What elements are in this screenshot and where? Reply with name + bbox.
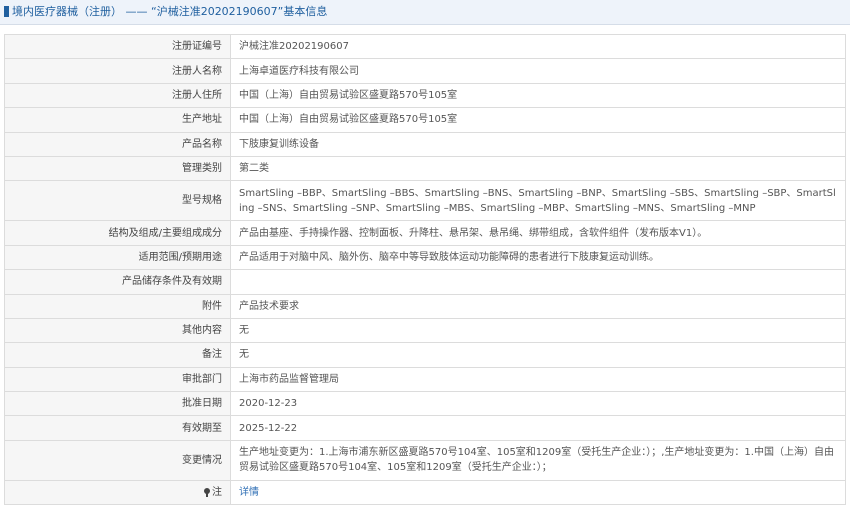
row-label: 产品储存条件及有效期 bbox=[4, 269, 231, 295]
note-value-cell: 详情 bbox=[230, 479, 846, 506]
row-value: 第二类 bbox=[230, 155, 846, 182]
row-label: 产品名称 bbox=[4, 131, 231, 157]
table-row: 注册证编号 沪械注准20202190607 bbox=[4, 33, 846, 60]
row-value bbox=[230, 269, 846, 295]
row-value: 上海卓道医疗科技有限公司 bbox=[230, 58, 846, 84]
row-value: 无 bbox=[230, 342, 846, 368]
row-label: 型号规格 bbox=[4, 180, 231, 222]
table-row: 注册人名称 上海卓道医疗科技有限公司 bbox=[4, 58, 846, 84]
row-label: 注册人住所 bbox=[4, 82, 231, 109]
row-value: 中国（上海）自由贸易试验区盛夏路570号105室 bbox=[230, 107, 846, 133]
row-label: 备注 bbox=[4, 342, 231, 368]
row-label: 有效期至 bbox=[4, 415, 231, 441]
note-label: 注 bbox=[212, 487, 222, 499]
row-label: 生产地址 bbox=[4, 107, 231, 133]
row-value: 产品由基座、手持操作器、控制面板、升降柱、悬吊架、悬吊绳、绑带组成，含软件组件（… bbox=[230, 220, 846, 246]
table-row: 注册人住所 中国（上海）自由贸易试验区盛夏路570号105室 bbox=[4, 82, 846, 109]
row-value: 下肢康复训练设备 bbox=[230, 131, 846, 157]
detail-table-container: 注册证编号 沪械注准20202190607 注册人名称 上海卓道医疗科技有限公司… bbox=[4, 33, 846, 506]
table-row: 产品名称 下肢康复训练设备 bbox=[4, 131, 846, 157]
row-value: 产品适用于对脑中风、脑外伤、脑卒中等导致肢体运动功能障碍的患者进行下肢康复运动训… bbox=[230, 244, 846, 271]
table-row: 型号规格 SmartSling –BBP、SmartSling –BBS、Sma… bbox=[4, 180, 846, 222]
row-value: 2025-12-22 bbox=[230, 415, 846, 441]
row-label: 审批部门 bbox=[4, 366, 231, 393]
row-value: 中国（上海）自由贸易试验区盛夏路570号105室 bbox=[230, 82, 846, 109]
page-title: 境内医疗器械（注册） —— “沪械注准20202190607”基本信息 bbox=[12, 5, 328, 18]
row-value: 无 bbox=[230, 317, 846, 344]
table-row: 变更情况 生产地址变更为：1.上海市浦东新区盛夏路570号104室、105室和1… bbox=[4, 439, 846, 481]
row-value: 沪械注准20202190607 bbox=[230, 33, 846, 60]
row-value: 2020-12-23 bbox=[230, 391, 846, 417]
table-row: 产品储存条件及有效期 bbox=[4, 269, 846, 295]
row-label: 批准日期 bbox=[4, 391, 231, 417]
table-row: 附件 产品技术要求 bbox=[4, 293, 846, 319]
table-row: 审批部门 上海市药品监督管理局 bbox=[4, 366, 846, 393]
table-row: 适用范围/预期用途 产品适用于对脑中风、脑外伤、脑卒中等导致肢体运动功能障碍的患… bbox=[4, 244, 846, 271]
row-label: 结构及组成/主要组成成分 bbox=[4, 220, 231, 246]
row-value: 生产地址变更为：1.上海市浦东新区盛夏路570号104室、105室和1209室（… bbox=[230, 439, 846, 481]
row-value: 上海市药品监督管理局 bbox=[230, 366, 846, 393]
table-row: 批准日期 2020-12-23 bbox=[4, 391, 846, 417]
row-label: 管理类别 bbox=[4, 155, 231, 182]
note-label-cell: 注 bbox=[4, 479, 231, 506]
table-row: 生产地址 中国（上海）自由贸易试验区盛夏路570号105室 bbox=[4, 107, 846, 133]
row-label: 注册证编号 bbox=[4, 33, 231, 60]
row-label: 附件 bbox=[4, 293, 231, 319]
row-value: SmartSling –BBP、SmartSling –BBS、SmartSli… bbox=[230, 180, 846, 222]
row-label: 适用范围/预期用途 bbox=[4, 244, 231, 271]
header-marker-icon bbox=[4, 6, 9, 17]
table-row: 备注 无 bbox=[4, 342, 846, 368]
row-value: 产品技术要求 bbox=[230, 293, 846, 319]
table-row: 其他内容 无 bbox=[4, 317, 846, 344]
table-row: 管理类别 第二类 bbox=[4, 155, 846, 182]
table-row: 有效期至 2025-12-22 bbox=[4, 415, 846, 441]
table-row: 注 详情 bbox=[4, 479, 846, 506]
page-header: 境内医疗器械（注册） —— “沪械注准20202190607”基本信息 bbox=[0, 0, 850, 25]
row-label: 注册人名称 bbox=[4, 58, 231, 84]
row-label: 变更情况 bbox=[4, 439, 231, 481]
pin-icon bbox=[204, 488, 210, 498]
row-label: 其他内容 bbox=[4, 317, 231, 344]
table-row: 结构及组成/主要组成成分 产品由基座、手持操作器、控制面板、升降柱、悬吊架、悬吊… bbox=[4, 220, 846, 246]
details-link[interactable]: 详情 bbox=[239, 487, 259, 498]
detail-table: 注册证编号 沪械注准20202190607 注册人名称 上海卓道医疗科技有限公司… bbox=[4, 33, 846, 506]
